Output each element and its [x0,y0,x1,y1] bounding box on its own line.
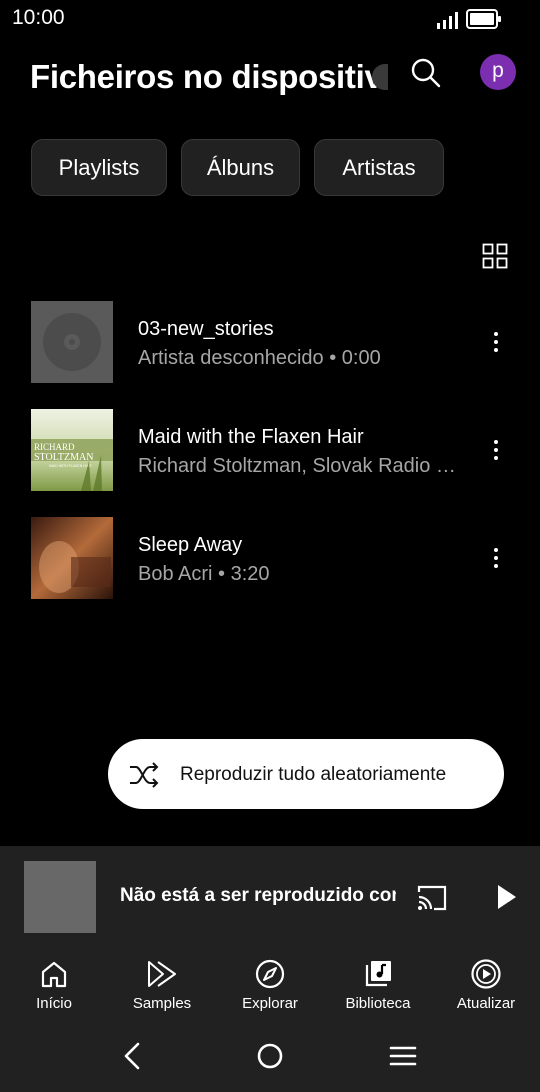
home-icon [41,961,67,988]
chip-albums[interactable]: Álbuns [181,139,300,196]
search-icon[interactable] [406,54,446,94]
nav-item-explore[interactable]: Explorar [218,958,322,1012]
avatar[interactable]: p [480,54,516,90]
nav-label: Samples [132,995,192,1012]
mini-player-art [24,861,96,933]
nav-item-upgrade[interactable]: Atualizar [434,958,538,1012]
cast-icon[interactable] [416,884,448,912]
album-art-richard-stoltzman: RICHARD STOLTZMAN MAID WITH FLAXEN HAIR [31,409,113,491]
song-title: Sleep Away [138,534,243,556]
album-art-text: STOLTZMAN [34,452,93,463]
home-system-icon[interactable] [255,1040,285,1072]
samples-icon [148,961,176,987]
upgrade-icon [471,959,501,989]
chip-artists[interactable]: Artistas [314,139,444,196]
battery-icon [466,9,501,29]
shuffle-all-label: Reproduzir tudo aleatoriamente [180,764,447,785]
signal-icon [437,12,458,29]
chip-playlists[interactable]: Playlists [31,139,167,196]
nav-label: Início [36,995,72,1012]
menu-icon[interactable] [388,1040,418,1072]
shuffle-icon [130,762,159,788]
album-art-placeholder [31,301,113,383]
mini-player-title: Não está a ser reproduzido conteúdo [120,885,396,906]
nav-item-samples[interactable]: Samples [110,958,214,1012]
more-options-icon[interactable] [484,327,508,357]
back-icon[interactable] [120,1040,144,1072]
nav-label: Biblioteca [345,995,411,1012]
nav-label: Explorar [242,995,298,1012]
more-options-icon[interactable] [484,435,508,465]
nav-label: Atualizar [456,995,516,1012]
nav-item-home[interactable]: Início [2,958,106,1012]
status-time: 10:00 [12,6,65,29]
song-subtitle: Richard Stoltzman, Slovak Radio Symphony… [138,455,458,477]
album-art-bob-acri [31,517,113,599]
library-icon [365,961,391,987]
album-art-text: RICHARD [34,442,75,452]
explore-icon [255,959,285,989]
more-options-icon[interactable] [484,543,508,573]
song-title: Maid with the Flaxen Hair [138,426,364,448]
mini-player-title-container: Não está a ser reproduzido conteúdo [120,885,396,911]
album-art-text: MAID WITH FLAXEN HAIR [49,464,92,468]
play-icon[interactable] [492,882,520,912]
page-title-container: Ficheiros no dispositivo [30,52,385,102]
nav-item-library[interactable]: Biblioteca [326,958,430,1012]
song-title: 03-new_stories [138,318,274,340]
page-title: Ficheiros no dispositivo [30,58,385,95]
song-subtitle: Artista desconhecido • 0:00 [138,347,381,369]
grid-view-icon[interactable] [482,243,508,269]
song-subtitle: Bob Acri • 3:20 [138,563,270,585]
